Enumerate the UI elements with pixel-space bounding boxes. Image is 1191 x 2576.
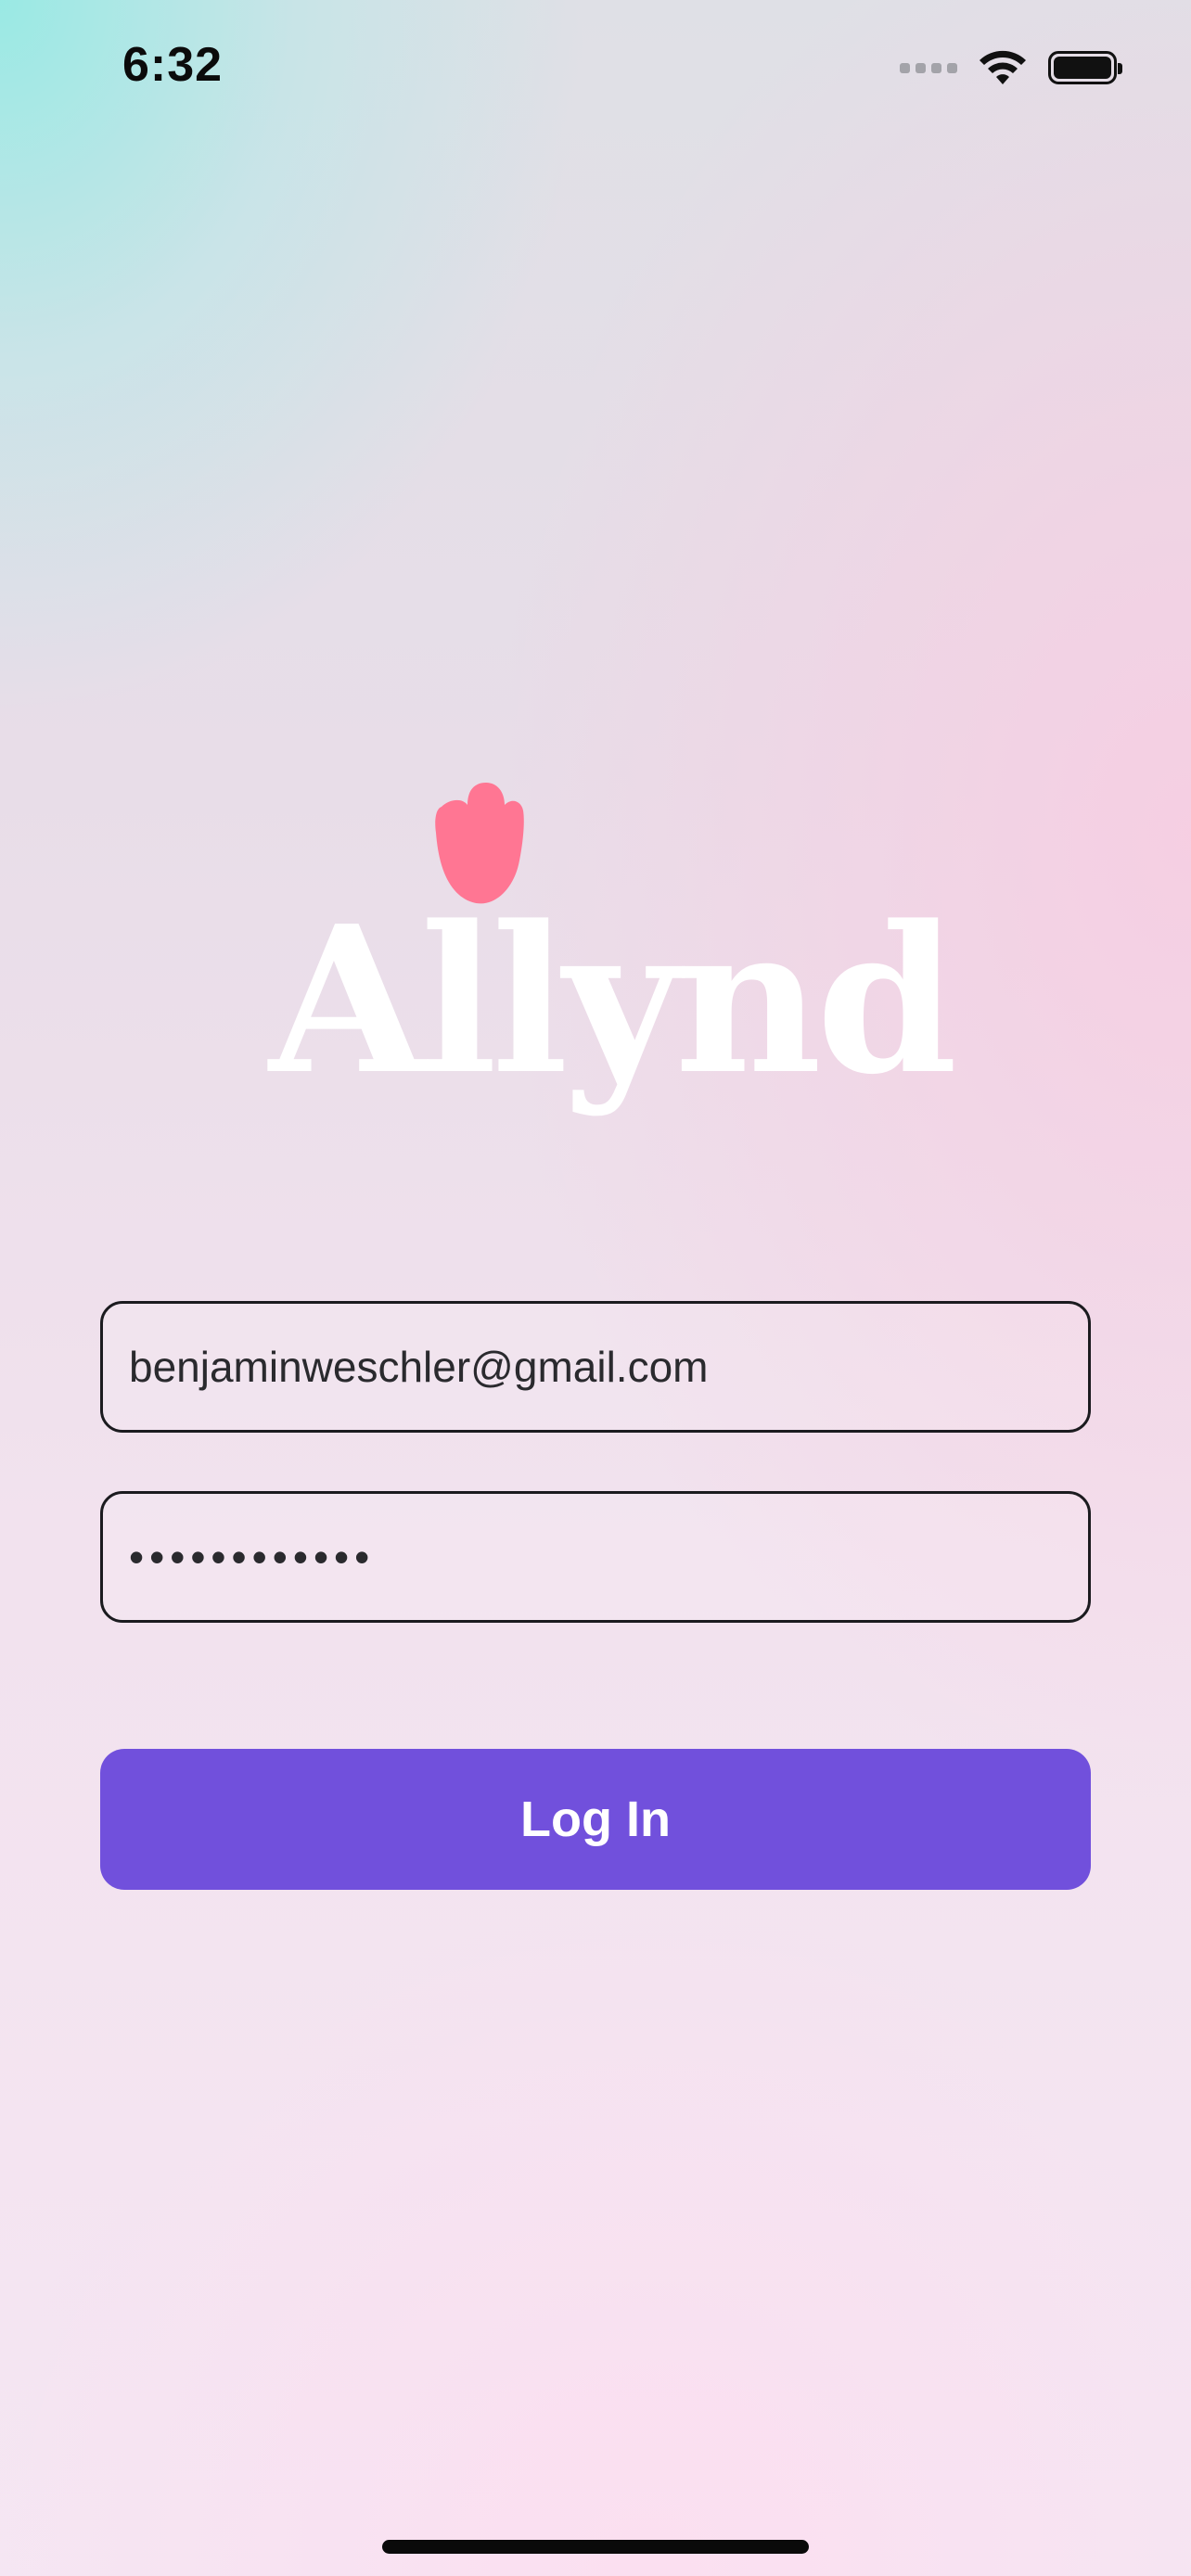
status-bar: 6:32 — [0, 0, 1191, 139]
status-icons — [900, 46, 1122, 89]
login-button[interactable]: Log In — [100, 1749, 1091, 1890]
password-input[interactable] — [129, 1532, 1088, 1582]
password-field[interactable] — [100, 1491, 1091, 1623]
battery-icon — [1048, 51, 1122, 84]
app-logo: Allynd — [269, 760, 957, 1150]
status-time: 6:32 — [122, 38, 224, 92]
email-field[interactable] — [100, 1301, 1091, 1433]
email-input[interactable] — [129, 1342, 1088, 1392]
cellular-signal-icon — [900, 62, 957, 73]
wifi-icon — [980, 50, 1026, 84]
logo-wordmark: Allynd — [269, 882, 957, 1119]
home-indicator[interactable] — [382, 2540, 809, 2554]
